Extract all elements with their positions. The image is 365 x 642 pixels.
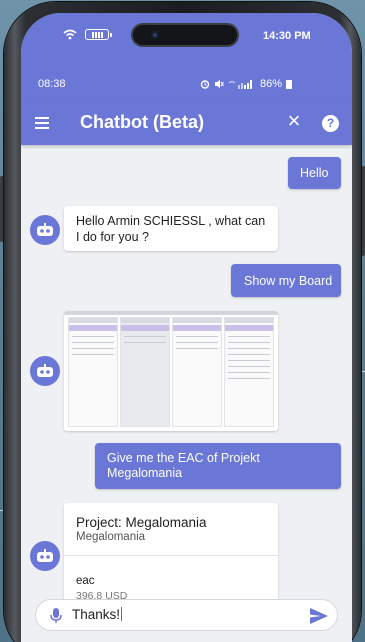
robot-icon <box>37 549 53 562</box>
robot-icon <box>37 223 53 236</box>
project-subtitle: Megalomania <box>76 531 146 543</box>
message-input[interactable]: Thanks! <box>35 599 338 631</box>
robot-icon <box>37 364 53 377</box>
user-message: Show my Board <box>231 264 341 297</box>
mute-icon <box>215 80 224 88</box>
battery-icon <box>85 29 112 40</box>
ios-time: 14:30 PM <box>263 30 311 42</box>
bot-avatar <box>30 215 60 245</box>
battery-icon <box>286 80 293 89</box>
field-value: 396,8 USD <box>76 590 128 599</box>
bot-avatar <box>30 541 60 571</box>
page-title: Chatbot (Beta) <box>80 112 204 132</box>
user-message: Give me the EAC of Projekt Megalomania <box>95 443 341 489</box>
send-icon[interactable] <box>310 608 328 624</box>
camera-notch <box>131 23 239 47</box>
user-message: Hello <box>288 157 341 189</box>
input-bar: Thanks! <box>21 599 352 642</box>
field-label: eac <box>76 575 95 587</box>
text-caret <box>121 607 123 621</box>
alarm-icon <box>200 80 210 89</box>
bot-avatar <box>30 356 60 386</box>
phone-screen: 14:30 PM 08:38 86% Chatbot (Beta) × ? He… <box>21 13 352 642</box>
chat-area: Hello Hello Armin SCHIESSL , what can I … <box>21 145 352 599</box>
bot-message: Hello Armin SCHIESSL , what can I do for… <box>64 206 278 251</box>
project-title: Project: Megalomania <box>76 515 207 530</box>
divider <box>64 555 278 556</box>
mic-icon[interactable] <box>50 608 62 624</box>
project-card: Project: Megalomania Megalomania eac 396… <box>64 503 278 599</box>
close-icon[interactable]: × <box>283 109 305 133</box>
android-status-bar: 08:38 86% <box>21 67 352 101</box>
phone-frame: 14:30 PM 08:38 86% Chatbot (Beta) × ? He… <box>4 2 361 642</box>
ios-status-bar: 14:30 PM <box>21 13 352 67</box>
help-icon[interactable]: ? <box>322 115 339 132</box>
wifi-icon <box>63 29 77 40</box>
android-battery-percent: 86% <box>260 78 283 90</box>
stage: 14:30 PM 08:38 86% Chatbot (Beta) × ? He… <box>0 0 365 642</box>
input-value: Thanks! <box>72 607 121 622</box>
signal-icon <box>228 80 252 89</box>
board-screenshot[interactable] <box>64 311 278 431</box>
app-bar: Chatbot (Beta) × ? <box>21 101 352 145</box>
menu-icon[interactable] <box>35 114 55 132</box>
android-time: 08:38 <box>38 78 66 90</box>
